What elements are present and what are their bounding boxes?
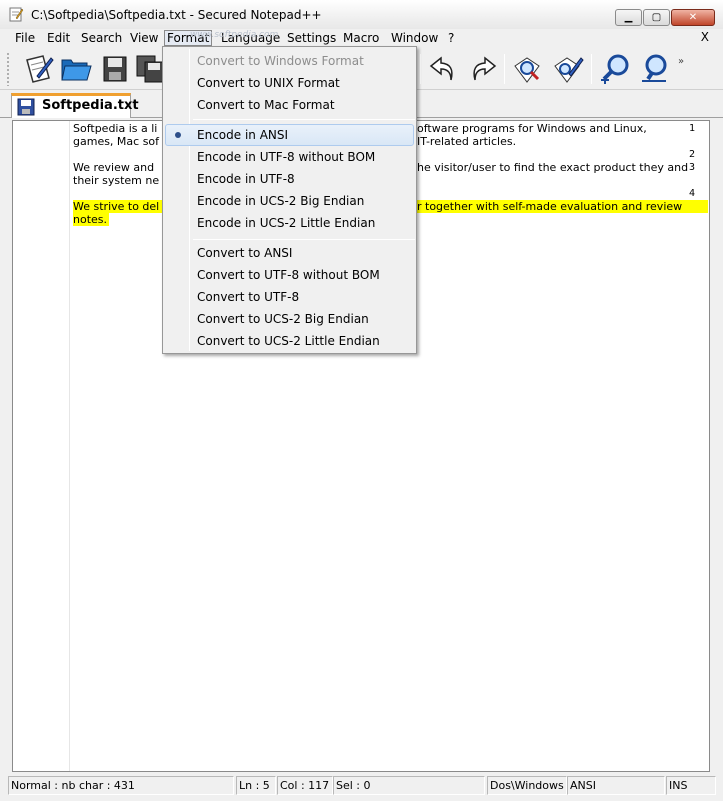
undo-button[interactable] [426,51,462,87]
code-line: We review and [73,161,155,174]
code-line: notes. [73,213,108,226]
maximize-button[interactable]: ▢ [643,9,670,26]
line-number: 1 [688,123,695,134]
minimize-button[interactable]: ▁ [615,9,642,26]
close-button[interactable]: ✕ [671,9,715,26]
menu-item-encode-utf8-no-bom[interactable]: Encode in UTF-8 without BOM [165,146,414,168]
code-line: games, Mac sof [73,135,160,148]
code-line: their system ne [73,174,160,187]
menu-help[interactable]: ? [446,30,456,46]
find-button[interactable] [510,51,546,87]
save-button[interactable] [97,51,133,87]
undo-icon [429,56,453,81]
title-bar: C:\Softpedia\Softpedia.txt - Secured Not… [0,0,723,30]
menu-search[interactable]: Search [79,30,124,46]
code-line: We strive to del [73,200,160,213]
notepad-app-icon [9,7,24,22]
menu-separator [193,119,415,120]
menu-bar: File Edit Search View Format Language Se… [0,29,723,47]
status-column: Col : 117 [277,776,333,795]
watermark: www.softpedia.com [190,30,279,40]
minimize-icon: ▁ [624,12,633,23]
code-line: r together with self-made evaluation and… [417,200,683,213]
menu-item-convert-mac-format[interactable]: Convert to Mac Format [165,94,414,116]
menu-item-convert-ansi[interactable]: Convert to ANSI [165,242,414,264]
window-title: C:\Softpedia\Softpedia.txt - Secured Not… [31,8,322,22]
radio-selected-icon [175,132,181,138]
new-file-icon [26,55,54,83]
menu-item-encode-ucs2-le[interactable]: Encode in UCS-2 Little Endian [165,212,414,234]
code-line: oftware programs for Windows and Linux, [417,122,647,135]
zoom-out-button[interactable] [637,51,673,87]
menu-item-convert-windows-format: Convert to Windows Format [197,54,364,68]
menu-item-convert-utf8-no-bom[interactable]: Convert to UTF-8 without BOM [165,264,414,286]
new-file-button[interactable] [20,51,56,87]
zoom-in-icon [601,54,629,84]
toolbar-separator [504,54,505,84]
status-encoding: ANSI [567,776,665,795]
status-insert-mode: INS [666,776,716,795]
replace-icon [554,57,584,83]
menu-item-encode-ucs2-be[interactable]: Encode in UCS-2 Big Endian [165,190,414,212]
line-number: 4 [688,188,695,199]
zoom-in-button[interactable] [597,51,633,87]
code-line: he visitor/user to find the exact produc… [417,161,689,174]
menu-edit[interactable]: Edit [45,30,72,46]
status-doc-info: Normal : nb char : 431 [8,776,234,795]
open-file-button[interactable] [58,51,94,87]
menu-view[interactable]: View [128,30,160,46]
line-number: 2 [688,149,695,160]
zoom-out-icon [642,54,667,82]
save-icon [17,98,35,116]
menu-item-convert-ucs2-le[interactable]: Convert to UCS-2 Little Endian [165,330,414,352]
status-bar: Normal : nb char : 431 Ln : 5 Col : 117 … [0,773,723,801]
status-eol-format: Dos\Windows [487,776,567,795]
redo-icon [473,56,497,81]
maximize-icon: ▢ [651,12,662,23]
redo-button[interactable] [464,51,500,87]
tab-label: Softpedia.txt [42,98,139,113]
toolbar-overflow-icon[interactable]: » [678,56,684,67]
menu-item-convert-ucs2-be[interactable]: Convert to UCS-2 Big Endian [165,308,414,330]
toolbar-separator [591,54,592,84]
menu-settings[interactable]: Settings [285,30,338,46]
menu-item-encode-utf8[interactable]: Encode in UTF-8 [165,168,414,190]
replace-button[interactable] [550,51,586,87]
menu-file[interactable]: File [13,30,37,46]
open-folder-icon [61,59,92,81]
close-document-button[interactable]: X [701,30,709,44]
status-selection: Sel : 0 [333,776,485,795]
save-icon [103,56,127,82]
menu-item-encode-ansi[interactable]: Encode in ANSI [165,124,414,146]
find-icon [514,57,540,83]
menu-item-convert-utf8[interactable]: Convert to UTF-8 [165,286,414,308]
tab-softpedia-txt[interactable]: Softpedia.txt [11,93,139,118]
menu-separator [193,239,415,240]
menu-item-convert-unix-format[interactable]: Convert to UNIX Format [165,72,414,94]
toolbar-grip[interactable] [6,52,10,86]
code-line: Softpedia is a li [73,122,158,135]
status-line: Ln : 5 [236,776,276,795]
line-number: 3 [688,162,695,173]
format-menu-dropdown: Convert to Windows Format Convert to UNI… [162,46,417,354]
code-line: IT-related articles. [417,135,517,148]
menu-macro[interactable]: Macro [341,30,381,46]
toolbar-separator [420,54,421,84]
menu-item-label: Encode in ANSI [197,128,289,142]
close-icon: ✕ [688,12,698,23]
line-number-gutter [13,121,70,771]
menu-window[interactable]: Window [389,30,440,46]
